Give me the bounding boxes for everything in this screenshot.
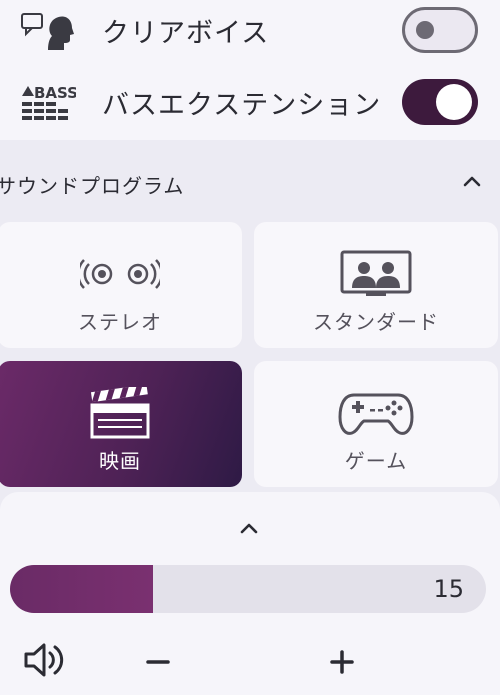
program-label-stereo: ステレオ [78, 310, 162, 334]
bass-extension-label: バスエクステンション [102, 89, 382, 121]
program-card-movie[interactable]: 映画 [0, 361, 242, 487]
volume-panel: 15 [0, 492, 500, 695]
program-label-movie: 映画 [99, 449, 141, 473]
bass-icon-text: BASS [34, 84, 76, 102]
speaker-icon[interactable] [22, 640, 68, 680]
sound-program-title: サウンドプログラム [0, 174, 185, 198]
volume-value: 15 [433, 575, 464, 603]
clear-voice-label: クリアボイス [102, 17, 270, 49]
audio-settings-panel: クリアボイス BASS バスエクステンション [0, 0, 500, 140]
tv-viewers-icon [340, 250, 412, 296]
chevron-up-icon[interactable] [458, 168, 486, 196]
volume-slider-fill [10, 565, 153, 613]
bass-extension-toggle[interactable] [402, 79, 478, 125]
bass-extension-row[interactable]: BASS バスエクステンション [0, 72, 500, 132]
volume-slider[interactable]: 15 [10, 565, 486, 613]
program-card-stereo[interactable]: ステレオ [0, 222, 242, 348]
bass-icon: BASS [20, 80, 76, 124]
clear-voice-icon [20, 8, 76, 52]
stereo-speakers-icon [80, 259, 160, 289]
chevron-up-icon[interactable] [236, 516, 262, 540]
volume-up-button[interactable] [322, 642, 362, 682]
sound-program-header[interactable]: サウンドプログラム [0, 158, 500, 206]
gamepad-icon [338, 393, 414, 435]
program-label-standard: スタンダード [313, 310, 439, 334]
clear-voice-row[interactable]: クリアボイス [0, 0, 500, 60]
program-card-standard[interactable]: スタンダード [254, 222, 498, 348]
clear-voice-toggle[interactable] [402, 7, 478, 53]
volume-down-button[interactable] [138, 642, 178, 682]
program-label-game: ゲーム [344, 449, 408, 473]
toggle-knob [416, 21, 434, 39]
program-card-game[interactable]: ゲーム [254, 361, 498, 487]
clapperboard-icon [90, 387, 150, 439]
toggle-knob [436, 84, 472, 120]
